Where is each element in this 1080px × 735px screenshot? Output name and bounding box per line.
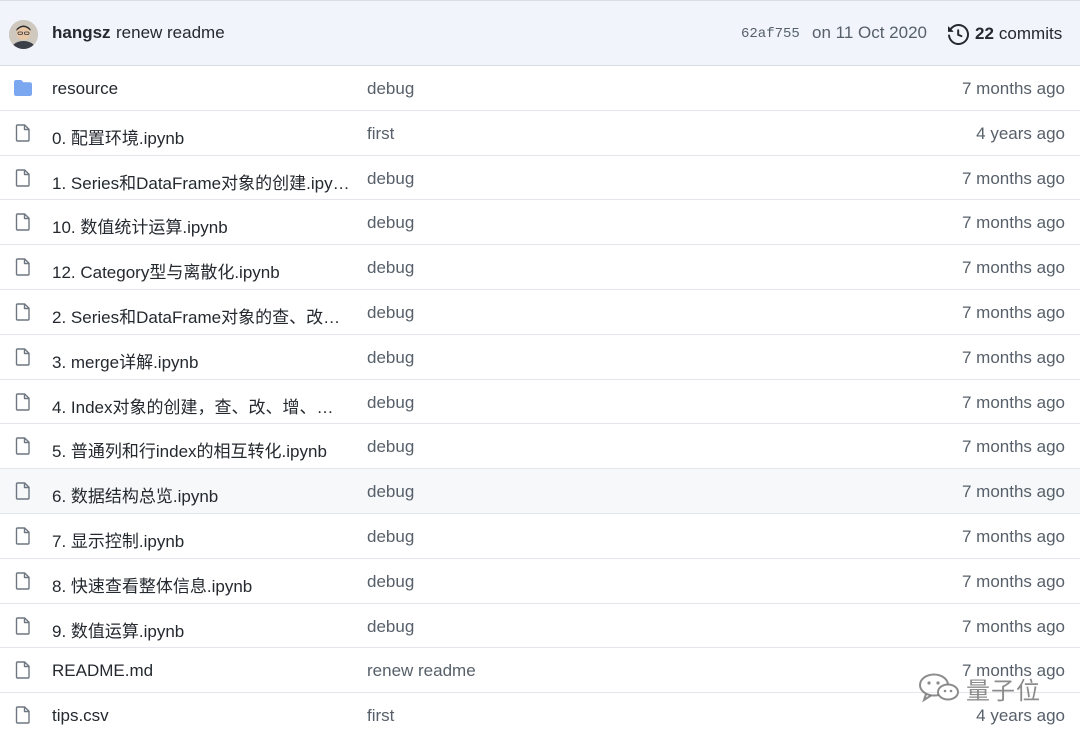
commit-sha-link[interactable]: 62af755 (741, 26, 800, 42)
file-icon (13, 124, 33, 142)
file-commit-age: 7 months ago (961, 168, 1065, 188)
file-icon (13, 258, 33, 276)
file-commit-age: 7 months ago (961, 79, 1065, 98)
file-list: resource debug 7 months ago 0. 配置环境.ipynb fi… (0, 66, 1080, 735)
file-row[interactable]: 12. Category型与离散化.ipynb debug 7 months ago (0, 245, 1080, 290)
file-icon (13, 706, 33, 724)
file-commit-age: 7 months ago (961, 213, 1065, 233)
history-icon (948, 23, 969, 45)
file-row[interactable]: 8. 快速查看整体信息.ipynb debug 7 months ago (0, 558, 1080, 604)
file-row[interactable]: 2. Series和DataFrame对象的查、改… debug 7 months … (0, 289, 1080, 335)
file-commit-message-link[interactable]: debug (367, 617, 667, 637)
file-name-link[interactable]: 1. Series和DataFrame对象的创建.ipy… (52, 169, 350, 194)
file-row[interactable]: 0. 配置环境.ipynb first 4 years ago (0, 110, 1080, 156)
file-commit-message-link[interactable]: debug (367, 303, 667, 323)
file-commit-message-link[interactable]: renew readme (367, 661, 667, 681)
file-commit-message-link[interactable]: debug (367, 213, 667, 233)
file-commit-age: 7 months ago (961, 616, 1065, 636)
commit-date: on 11 Oct 2020 (812, 23, 927, 42)
file-name-link[interactable]: 10. 数值统计运算.ipynb (52, 213, 350, 238)
file-name-link[interactable]: tips.csv (52, 706, 350, 726)
file-commit-age: 7 months ago (961, 482, 1065, 502)
file-row[interactable]: 10. 数值统计运算.ipynb debug 7 months ago (0, 200, 1080, 246)
file-name-link[interactable]: 9. 数值运算.ipynb (52, 617, 350, 642)
file-icon (13, 616, 33, 635)
file-name-link[interactable]: 5. 普通列和行index的相互转化.ipynb (52, 437, 350, 462)
file-commit-age: 4 years ago (976, 706, 1065, 726)
file-commit-message-link[interactable]: debug (367, 482, 667, 502)
file-commit-age: 7 months ago (961, 437, 1065, 457)
latest-commit-bar: hangsz renew readme 62af755 on 11 Oct 20… (0, 0, 1080, 66)
wechat-icon (919, 673, 959, 703)
file-row[interactable]: 3. merge详解.ipynb debug 7 months ago (0, 334, 1080, 380)
file-commit-message-link[interactable]: debug (367, 572, 667, 592)
file-name-link[interactable]: README.md (52, 661, 350, 681)
file-row[interactable]: 6. 数据结构总览.ipynb debug 7 months ago (0, 469, 1080, 514)
repo-file-browser: hangsz renew readme 62af755 on 11 Oct 20… (0, 0, 1080, 735)
file-icon (13, 437, 33, 456)
file-name-link[interactable]: 8. 快速查看整体信息.ipynb (52, 572, 350, 597)
file-commit-age: 7 months ago (961, 302, 1065, 322)
file-name-link[interactable]: 0. 配置环境.ipynb (52, 124, 350, 149)
file-icon (13, 661, 33, 680)
file-icon (13, 168, 33, 187)
commits-label: commits (998, 24, 1063, 43)
watermark-text: 量子位 (966, 677, 1041, 705)
file-commit-message-link[interactable]: debug (367, 79, 667, 99)
file-icon (13, 482, 33, 500)
file-name-link[interactable]: 3. merge详解.ipynb (52, 348, 350, 373)
file-commit-age: 7 months ago (961, 526, 1065, 546)
commit-count: 22 (975, 24, 994, 43)
file-name-link[interactable]: 4. Index对象的创建，查、改、增、删… (52, 393, 350, 418)
commits-history-link[interactable]: 22 commits (948, 22, 1062, 46)
file-commit-message-link[interactable]: first (367, 124, 667, 144)
commit-author-link[interactable]: hangsz (52, 23, 111, 43)
file-row[interactable]: 5. 普通列和行index的相互转化.ipynb debug 7 months ag… (0, 424, 1080, 470)
file-commit-message-link[interactable]: debug (367, 437, 667, 457)
file-commit-message-link[interactable]: debug (367, 258, 667, 278)
file-row[interactable]: 9. 数值运算.ipynb debug 7 months ago (0, 603, 1080, 649)
file-icon (13, 572, 33, 590)
commit-message-link[interactable]: renew readme (116, 23, 225, 43)
file-commit-message-link[interactable]: debug (367, 169, 667, 189)
file-commit-age: 7 months ago (961, 258, 1065, 278)
file-name-link[interactable]: 2. Series和DataFrame对象的查、改… (52, 303, 350, 328)
file-row[interactable]: 4. Index对象的创建，查、改、增、删… debug 7 months ago (0, 379, 1080, 425)
file-icon (13, 392, 33, 411)
file-icon (13, 303, 33, 321)
file-icon (13, 527, 33, 545)
file-commit-age: 4 years ago (976, 123, 1065, 143)
file-name-link[interactable]: 12. Category型与离散化.ipynb (52, 258, 350, 283)
file-name-link[interactable]: resource (52, 79, 350, 99)
file-name-link[interactable]: 6. 数据结构总览.ipynb (52, 482, 350, 507)
file-row[interactable]: 1. Series和DataFrame对象的创建.ipy… debug 7 mont… (0, 155, 1080, 201)
file-icon (13, 348, 33, 366)
file-name-link[interactable]: 7. 显示控制.ipynb (52, 527, 350, 552)
watermark: 量子位 (918, 668, 1068, 708)
file-commit-age: 7 months ago (961, 571, 1065, 591)
file-row[interactable]: 7. 显示控制.ipynb debug 7 months ago (0, 513, 1080, 559)
file-icon (13, 213, 33, 232)
folder-icon (13, 79, 33, 97)
file-row[interactable]: resource debug 7 months ago (0, 66, 1080, 111)
file-commit-message-link[interactable]: debug (367, 348, 667, 368)
file-commit-message-link[interactable]: debug (367, 393, 667, 413)
file-commit-message-link[interactable]: first (367, 706, 667, 726)
avatar[interactable] (9, 20, 38, 49)
file-commit-age: 7 months ago (961, 347, 1065, 367)
file-commit-age: 7 months ago (961, 392, 1065, 412)
file-commit-message-link[interactable]: debug (367, 527, 667, 547)
